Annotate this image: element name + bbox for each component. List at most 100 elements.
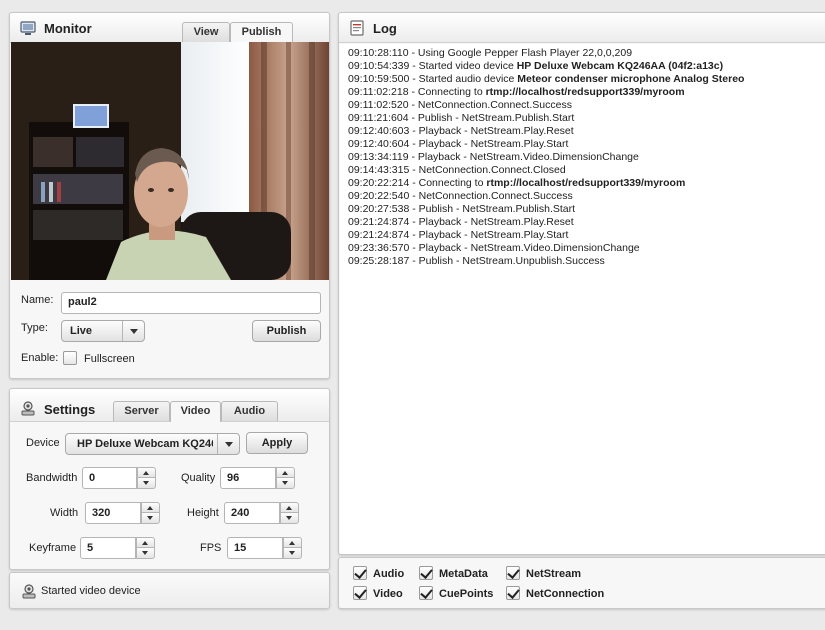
- height-stepper[interactable]: 240: [224, 502, 299, 524]
- increment-arrow-icon[interactable]: [280, 502, 299, 513]
- log-line-detail: rtmp://localhost/redsupport339/myroom: [486, 177, 686, 189]
- metadata-filter-checkbox[interactable]: [419, 566, 433, 580]
- status-text: Started video device: [41, 585, 141, 597]
- log-area[interactable]: 09:10:28:110 - Using Google Pepper Flash…: [340, 44, 825, 554]
- netconnection-filter-checkbox[interactable]: [506, 586, 520, 600]
- type-label: Type:: [21, 322, 48, 334]
- increment-arrow-icon[interactable]: [283, 537, 302, 548]
- increment-arrow-icon[interactable]: [141, 502, 160, 513]
- height-value[interactable]: 240: [224, 502, 280, 524]
- monitor-icon: [20, 21, 36, 35]
- settings-header: Settings Server Video Audio: [10, 389, 329, 422]
- apply-button[interactable]: Apply: [246, 432, 308, 454]
- log-line: 09:11:02:218 - Connecting to rtmp://loca…: [348, 86, 824, 99]
- keyframe-label: Keyframe: [29, 542, 77, 554]
- log-line-text: 09:10:28:110 - Using Google Pepper Flash…: [348, 47, 633, 59]
- tab-audio[interactable]: Audio: [221, 401, 278, 421]
- log-line-text: 09:13:34:119 - Playback - NetStream.Vide…: [348, 151, 639, 163]
- audio-filter-label: Audio: [373, 568, 405, 580]
- name-input[interactable]: paul2: [61, 292, 321, 314]
- log-line-text: 09:14:43:315 - NetConnection.Connect.Clo…: [348, 164, 566, 176]
- log-line-detail: HP Deluxe Webcam KQ246AA (04f2:a13c): [516, 60, 724, 72]
- fullscreen-checkbox[interactable]: [63, 351, 77, 365]
- log-line-text: 09:12:40:603 - Playback - NetStream.Play…: [348, 125, 574, 137]
- log-line: 09:12:40:603 - Playback - NetStream.Play…: [348, 125, 824, 138]
- chevron-down-icon: [217, 434, 239, 454]
- decrement-arrow-icon[interactable]: [137, 478, 156, 489]
- log-line: 09:10:54:339 - Started video device HP D…: [348, 60, 824, 73]
- height-label: Height: [187, 507, 219, 519]
- type-select[interactable]: Live: [61, 320, 145, 342]
- log-line-text: 09:10:59:500 - Started audio device: [348, 73, 518, 85]
- log-line-text: 09:21:24:874 - Playback - NetStream.Play…: [348, 229, 569, 241]
- log-line-text: 09:20:27:538 - Publish - NetStream.Publi…: [348, 203, 576, 215]
- increment-arrow-icon[interactable]: [137, 467, 156, 478]
- decrement-arrow-icon[interactable]: [283, 548, 302, 559]
- log-line: 09:10:28:110 - Using Google Pepper Flash…: [348, 47, 824, 60]
- log-icon: [350, 20, 364, 36]
- log-line-text: 09:25:28:187 - Publish - NetStream.Unpub…: [348, 255, 605, 267]
- log-header: Log: [339, 13, 825, 43]
- log-line: 09:14:43:315 - NetConnection.Connect.Clo…: [348, 164, 824, 177]
- status-panel: Started video device: [9, 572, 330, 609]
- bandwidth-stepper[interactable]: 0: [82, 467, 156, 489]
- decrement-arrow-icon[interactable]: [276, 478, 295, 489]
- log-line: 09:20:22:540 - NetConnection.Connect.Suc…: [348, 190, 824, 203]
- width-value[interactable]: 320: [85, 502, 141, 524]
- device-select-value: HP Deluxe Webcam KQ246AA (04f2:a13c): [77, 438, 213, 450]
- log-line: 09:10:59:500 - Started audio device Mete…: [348, 73, 824, 86]
- log-line-text: 09:20:22:540 - NetConnection.Connect.Suc…: [348, 190, 573, 202]
- decrement-arrow-icon[interactable]: [280, 513, 299, 524]
- increment-arrow-icon[interactable]: [276, 467, 295, 478]
- video-preview: [11, 42, 329, 280]
- decrement-arrow-icon[interactable]: [136, 548, 155, 559]
- log-line-detail: rtmp://localhost/redsupport339/myroom: [485, 86, 685, 98]
- log-line: 09:21:24:874 - Playback - NetStream.Play…: [348, 229, 824, 242]
- settings-icon: [22, 584, 36, 599]
- log-line: 09:21:24:874 - Playback - NetStream.Play…: [348, 216, 824, 229]
- fps-stepper[interactable]: 15: [227, 537, 302, 559]
- metadata-filter-label: MetaData: [439, 568, 488, 580]
- audio-filter-checkbox[interactable]: [353, 566, 367, 580]
- width-stepper[interactable]: 320: [85, 502, 160, 524]
- monitor-header: Monitor View Publish: [10, 13, 329, 43]
- log-line-text: 09:20:22:214 - Connecting to: [348, 177, 487, 189]
- name-label: Name:: [21, 294, 54, 306]
- log-line: 09:20:22:214 - Connecting to rtmp://loca…: [348, 177, 824, 190]
- log-line: 09:11:21:604 - Publish - NetStream.Publi…: [348, 112, 824, 125]
- log-line: 09:12:40:604 - Playback - NetStream.Play…: [348, 138, 824, 151]
- enable-label: Enable:: [21, 352, 59, 364]
- device-select[interactable]: HP Deluxe Webcam KQ246AA (04f2:a13c): [65, 433, 240, 455]
- tab-view[interactable]: View: [182, 22, 230, 42]
- log-line: 09:13:34:119 - Playback - NetStream.Vide…: [348, 151, 824, 164]
- width-label: Width: [50, 507, 79, 519]
- fps-value[interactable]: 15: [227, 537, 283, 559]
- tab-server[interactable]: Server: [113, 401, 170, 421]
- settings-panel: Settings Server Video Audio Device HP De…: [9, 388, 330, 570]
- fullscreen-label: Fullscreen: [84, 353, 135, 365]
- keyframe-stepper[interactable]: 5: [80, 537, 155, 559]
- log-line-text: 09:11:02:218 - Connecting to: [348, 86, 486, 98]
- monitor-panel: Monitor View Publish Name: paul2 Type: L…: [9, 12, 330, 379]
- log-line-text: 09:11:21:604 - Publish - NetStream.Publi…: [348, 112, 575, 124]
- quality-stepper[interactable]: 96: [220, 467, 295, 489]
- tab-publish[interactable]: Publish: [230, 22, 293, 43]
- chevron-down-icon: [122, 321, 144, 341]
- publish-button[interactable]: Publish: [252, 320, 321, 342]
- tab-video[interactable]: Video: [170, 401, 221, 422]
- type-select-value: Live: [70, 325, 93, 337]
- keyframe-value[interactable]: 5: [80, 537, 136, 559]
- quality-value[interactable]: 96: [220, 467, 276, 489]
- netstream-filter-checkbox[interactable]: [506, 566, 520, 580]
- netconnection-filter-label: NetConnection: [526, 588, 605, 600]
- bandwidth-value[interactable]: 0: [82, 467, 137, 489]
- log-filter-panel: Audio MetaData NetStream Video CuePoints…: [338, 557, 825, 609]
- log-line-text: 09:21:24:874 - Playback - NetStream.Play…: [348, 216, 574, 228]
- increment-arrow-icon[interactable]: [136, 537, 155, 548]
- log-line-text: 09:11:02:520 - NetConnection.Connect.Suc…: [348, 99, 572, 111]
- cuepoints-filter-checkbox[interactable]: [419, 586, 433, 600]
- cuepoints-filter-label: CuePoints: [439, 588, 494, 600]
- decrement-arrow-icon[interactable]: [141, 513, 160, 524]
- video-filter-checkbox[interactable]: [353, 586, 367, 600]
- monitor-title: Monitor: [44, 21, 92, 36]
